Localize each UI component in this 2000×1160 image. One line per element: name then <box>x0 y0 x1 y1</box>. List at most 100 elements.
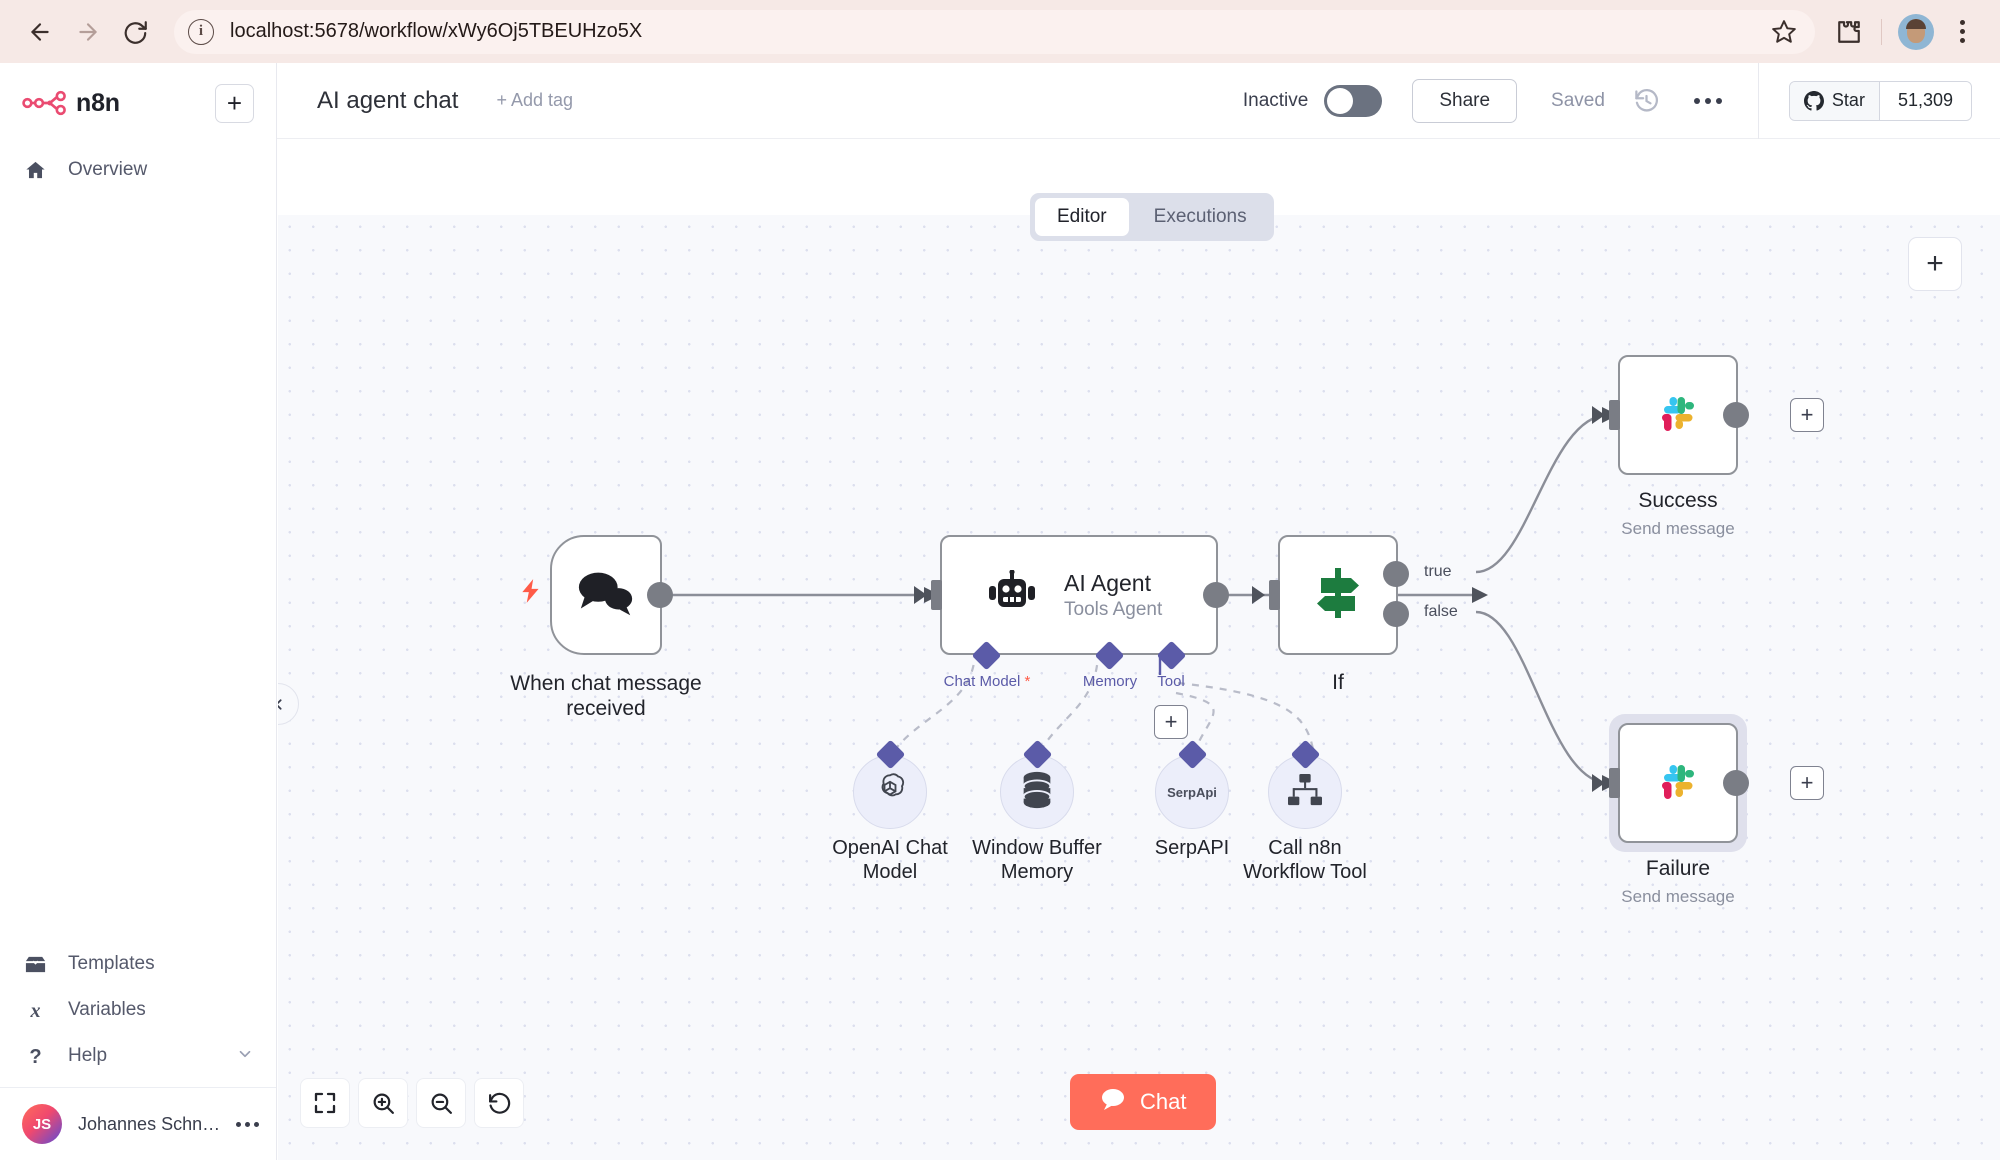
lightning-bolt-icon <box>518 574 544 616</box>
sidebar-bottom: Templates x Variables ? Help JS Johannes… <box>0 941 276 1160</box>
tab-executions[interactable]: Executions <box>1132 198 1269 236</box>
input-port[interactable] <box>1609 400 1620 430</box>
subnode-openai-chat-model[interactable]: OpenAI Chat Model <box>832 739 948 883</box>
add-tool-button[interactable]: + <box>1154 705 1188 739</box>
workflow-header: AI agent chat + Add tag Inactive Share S… <box>277 62 2000 139</box>
subnode-title: OpenAI Chat Model <box>832 837 948 883</box>
output-port[interactable] <box>1203 582 1229 608</box>
node-body[interactable] <box>1609 355 1749 475</box>
node-failure[interactable]: Failure Send message + <box>1609 723 1824 906</box>
avatar: JS <box>22 1104 62 1144</box>
output-port[interactable] <box>1723 402 1749 428</box>
output-port[interactable] <box>1723 770 1749 796</box>
sidebar-item-help[interactable]: ? Help <box>0 1033 276 1079</box>
box-icon <box>22 953 48 976</box>
share-button[interactable]: Share <box>1412 78 1518 123</box>
browser-profile-avatar[interactable] <box>1898 13 1934 50</box>
browser-forward-button[interactable] <box>64 8 112 56</box>
subnode-serpapi[interactable]: SerpApi SerpAPI <box>1155 739 1229 859</box>
user-name: Johannes Schn… <box>78 1113 221 1134</box>
node-body[interactable] <box>1609 723 1749 843</box>
output-port-false[interactable] <box>1383 601 1409 627</box>
browser-menu-icon[interactable] <box>1940 10 1984 54</box>
question-icon: ? <box>22 1045 48 1068</box>
n8n-app: n8n + Overview Templates x Variables ? H… <box>0 62 2000 1160</box>
site-info-icon[interactable]: i <box>188 18 214 45</box>
slack-icon <box>1651 754 1705 813</box>
output-port[interactable] <box>647 582 673 608</box>
sidebar-header: n8n + <box>22 81 254 125</box>
sidebar-user-menu[interactable]: JS Johannes Schn… <box>0 1088 276 1160</box>
connector-memory-label: Memory <box>1082 673 1138 690</box>
add-node-button[interactable]: + <box>1908 237 1962 291</box>
history-icon[interactable] <box>1633 87 1660 114</box>
workflow-canvas[interactable]: + When chat message received AI Agent To… <box>278 215 2000 1160</box>
svg-text:?: ? <box>29 1046 41 1068</box>
subnode-call-n8n-workflow-tool[interactable]: Call n8n Workflow Tool <box>1243 739 1367 883</box>
sidebar-item-templates[interactable]: Templates <box>0 941 276 987</box>
subnode-title: Call n8n Workflow Tool <box>1243 837 1367 883</box>
output-port-true[interactable] <box>1383 561 1409 587</box>
node-body[interactable]: AI Agent Tools Agent <box>931 535 1229 655</box>
save-status: Saved <box>1551 89 1605 111</box>
github-icon <box>1803 90 1824 111</box>
node-ai-agent[interactable]: AI Agent Tools Agent Chat Model * Memory… <box>931 535 1229 739</box>
user-options-icon[interactable] <box>236 1121 260 1127</box>
browser-back-button[interactable] <box>16 8 64 56</box>
sidebar-item-overview[interactable]: Overview <box>0 147 276 193</box>
tab-editor[interactable]: Editor <box>1035 198 1129 236</box>
add-tag-button[interactable]: + Add tag <box>496 90 573 111</box>
node-body[interactable] <box>1269 535 1409 655</box>
input-port[interactable] <box>1269 580 1280 610</box>
github-star-count: 51,309 <box>1879 81 1971 120</box>
connector-chat-model-label: Chat Model * <box>943 673 1031 690</box>
activation-toggle[interactable] <box>1324 84 1383 117</box>
github-star-button[interactable]: Star <box>1789 81 1880 120</box>
browser-toolbar: i localhost:5678/workflow/xWy6Oj5TBEUHzo… <box>0 0 2000 63</box>
node-title: When chat message received <box>510 672 702 721</box>
node-subtitle: Send message <box>1621 519 1735 538</box>
reset-zoom-button[interactable] <box>474 1078 524 1128</box>
workflow-menu-button[interactable] <box>1693 97 1722 104</box>
zoom-in-button[interactable] <box>358 1078 408 1128</box>
zoom-out-button[interactable] <box>416 1078 466 1128</box>
input-port[interactable] <box>1609 768 1620 798</box>
node-title: If <box>1332 671 1344 694</box>
chevron-down-icon <box>236 1045 254 1067</box>
github-star-label: Star <box>1831 90 1865 110</box>
zoom-to-fit-button[interactable] <box>300 1078 350 1128</box>
create-workflow-button[interactable]: + <box>215 83 254 123</box>
output-label-false: false <box>1424 603 1458 620</box>
node-when-chat-message-received[interactable]: When chat message received <box>510 535 702 720</box>
n8n-logo-icon <box>22 88 70 118</box>
editor-tabs: Editor Executions <box>1030 193 1274 241</box>
bookmark-star-icon[interactable] <box>1767 15 1801 49</box>
github-star-widget[interactable]: Star 51,309 <box>1788 80 1972 121</box>
database-icon <box>1019 770 1055 815</box>
sidebar-item-label: Templates <box>68 953 155 974</box>
slack-icon <box>1651 386 1705 445</box>
add-node-after-success-button[interactable]: + <box>1790 398 1824 432</box>
robot-icon <box>986 568 1038 621</box>
home-icon <box>22 159 48 182</box>
address-bar[interactable]: i localhost:5678/workflow/xWy6Oj5TBEUHzo… <box>174 9 1815 54</box>
chat-bubbles-icon <box>575 567 637 624</box>
input-port[interactable] <box>931 580 942 610</box>
svg-text:x: x <box>29 1000 40 1022</box>
browser-reload-button[interactable] <box>112 8 160 56</box>
node-body[interactable] <box>522 535 673 655</box>
subnode-window-buffer-memory[interactable]: Window Buffer Memory <box>972 739 1102 883</box>
open-chat-button[interactable]: Chat <box>1070 1074 1217 1130</box>
toolbar-divider <box>1881 18 1882 45</box>
node-if[interactable]: true false If <box>1269 535 1458 694</box>
brand-name: n8n <box>76 88 120 117</box>
node-success[interactable]: Success Send message + <box>1609 355 1824 538</box>
canvas-zoom-toolbar <box>300 1078 524 1128</box>
address-bar-url: localhost:5678/workflow/xWy6Oj5TBEUHzo5X <box>230 20 643 42</box>
sidebar-item-variables[interactable]: x Variables <box>0 987 276 1033</box>
extensions-puzzle-icon[interactable] <box>1827 10 1871 54</box>
page-title[interactable]: AI agent chat <box>317 87 458 115</box>
node-subtitle: Send message <box>1621 887 1735 906</box>
sidebar-item-label: Help <box>68 1045 108 1066</box>
add-node-after-failure-button[interactable]: + <box>1790 766 1824 800</box>
